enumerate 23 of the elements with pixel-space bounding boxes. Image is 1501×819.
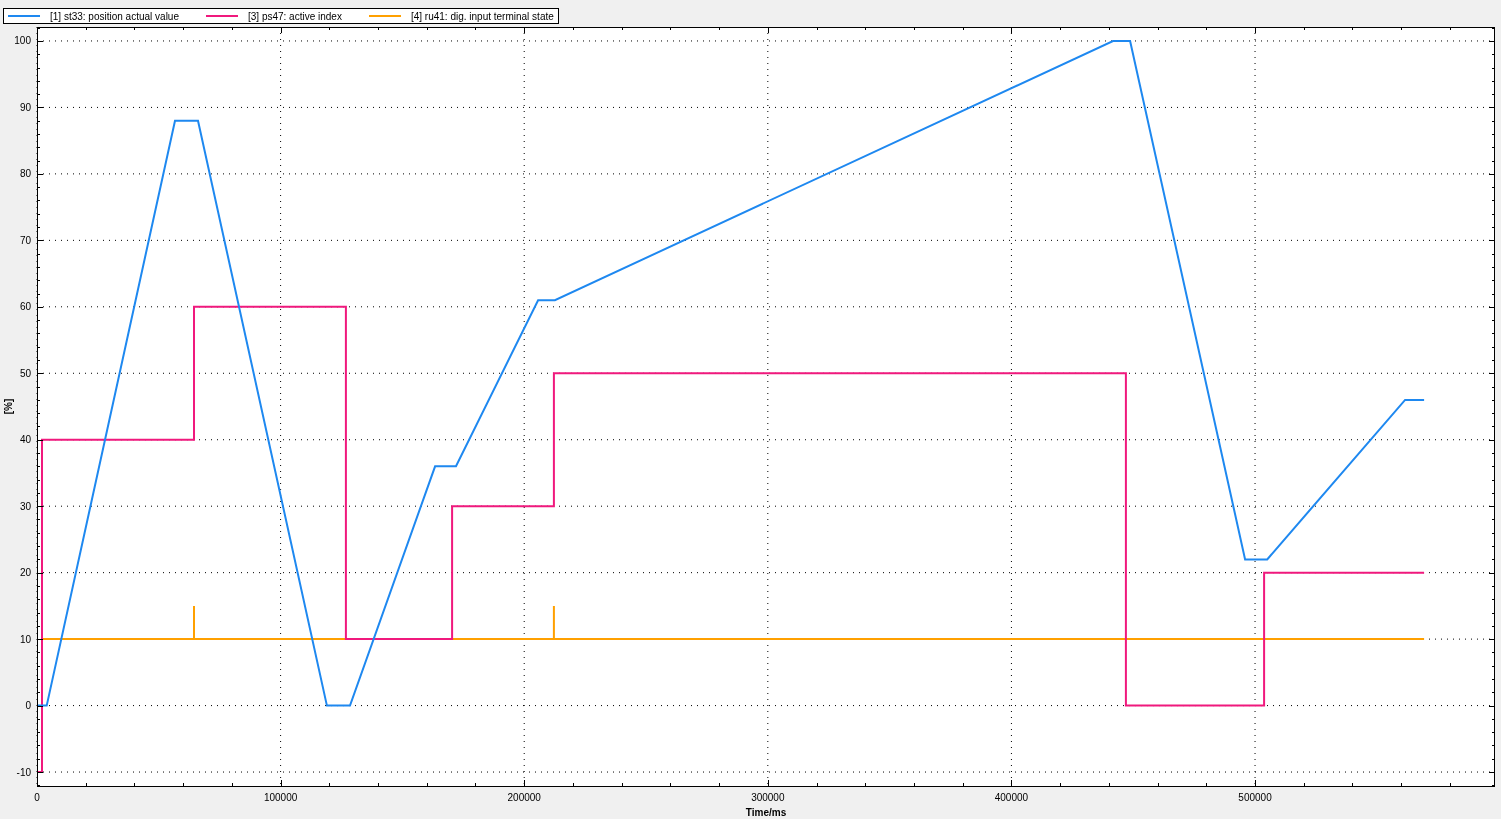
axis-tick-label: 60 [19,301,31,313]
legend-label: [4] ru41: dig. input terminal state [410,10,554,22]
axis-tick-label: 30 [19,500,31,512]
axis-tick-label: 300000 [751,792,785,803]
axis-tick-label: 10 [19,633,31,645]
axis-tick-label: 100 [14,35,31,47]
axis-tick-label: 90 [19,101,31,113]
axis-tick-label: 40 [19,434,31,446]
axis-tick-label: 70 [19,234,31,246]
axis-tick-label: 500000 [1238,792,1272,803]
legend-label: [1] st33: position actual value [50,10,179,22]
axis-tick-label: 0 [25,700,31,712]
axis-tick-label: 400000 [994,792,1029,803]
axis-tick-label: 50 [19,367,31,379]
axis-tick-label: 100000 [263,792,298,803]
axis-tick-label: 0 [34,792,40,803]
axis-tick-label: 200000 [507,792,541,803]
axis-title: [%] [3,398,14,415]
axis-tick-label: 80 [19,168,31,180]
axis-title: Time/ms [745,807,787,818]
legend-label: [3] ps47: active index [248,10,342,22]
axis-tick-label: 20 [19,567,31,579]
axis-tick-label: -10 [16,766,31,778]
